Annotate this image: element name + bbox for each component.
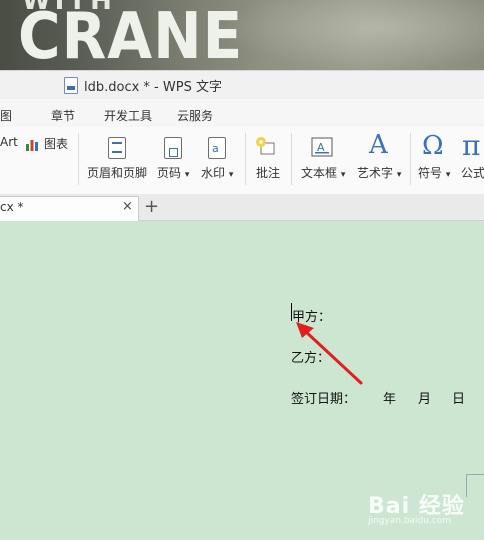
textbox-icon: A	[311, 136, 333, 158]
chevron-down-icon: ▾	[340, 170, 346, 180]
watermark-button[interactable]: 水印 ▾	[201, 164, 233, 181]
ribbon-separator	[78, 133, 79, 185]
chevron-down-icon: ▾	[396, 170, 402, 180]
ribbon-separator	[291, 133, 292, 185]
menu-tab-cloud[interactable]: 云服务	[177, 107, 213, 124]
textbox-label: 文本框	[301, 166, 338, 180]
chevron-down-icon: ▾	[228, 170, 234, 180]
wordart-label: 艺术字	[357, 166, 394, 180]
annotation-arrow-icon	[296, 322, 363, 385]
page-number-label: 页码	[157, 166, 182, 180]
ribbon-toolbar	[0, 127, 484, 195]
comment-icon	[255, 136, 277, 158]
baidu-watermark-url: jingyan.baidu.com	[368, 516, 452, 526]
wallpaper-title: CRANE	[18, 0, 244, 70]
window-title: ldb.docx * - WPS 文字	[84, 80, 222, 95]
menu-tab-image[interactable]: 图	[0, 107, 12, 124]
header-footer-icon	[108, 137, 126, 159]
page-margin-marker	[466, 474, 484, 497]
watermark-icon: a	[208, 137, 226, 159]
header-footer-button[interactable]: 页眉和页脚	[87, 164, 147, 181]
doc-file-icon	[64, 77, 78, 94]
symbol-button[interactable]: 符号 ▾	[418, 164, 450, 181]
ribbon-separator	[410, 133, 411, 185]
chart-button[interactable]: 图表	[44, 135, 68, 152]
formula-button[interactable]: 公式	[461, 164, 484, 181]
menu-tab-developer[interactable]: 开发工具	[104, 107, 152, 124]
wordart-icon: A	[369, 130, 388, 160]
chevron-down-icon: ▾	[184, 170, 190, 180]
symbol-label: 符号	[418, 166, 443, 180]
comment-button[interactable]: 批注	[256, 164, 280, 181]
desktop-wallpaper: WITH CRANE	[0, 0, 484, 70]
watermark-label: 水印	[201, 166, 226, 180]
document-tab-label: cx *	[0, 200, 24, 214]
menu-tab-section[interactable]: 章节	[51, 107, 75, 124]
omega-icon: Ω	[422, 131, 444, 161]
smartart-button[interactable]: Art	[0, 135, 18, 149]
pi-icon: π	[462, 129, 481, 162]
chevron-down-icon: ▾	[445, 170, 451, 180]
year-label[interactable]: 年	[383, 388, 396, 407]
month-label[interactable]: 月	[418, 388, 431, 407]
new-tab-icon[interactable]: +	[144, 196, 159, 217]
textbox-button[interactable]: 文本框 ▾	[301, 164, 345, 181]
page-number-button[interactable]: 页码 ▾	[157, 164, 189, 181]
chart-icon	[25, 136, 39, 151]
ribbon-separator	[245, 133, 246, 185]
wordart-button[interactable]: 艺术字 ▾	[357, 164, 401, 181]
sign-date-label[interactable]: 签订日期：	[291, 388, 356, 407]
close-tab-icon[interactable]: ×	[122, 199, 133, 214]
day-label[interactable]: 日	[452, 388, 465, 407]
page-number-icon	[164, 137, 182, 159]
